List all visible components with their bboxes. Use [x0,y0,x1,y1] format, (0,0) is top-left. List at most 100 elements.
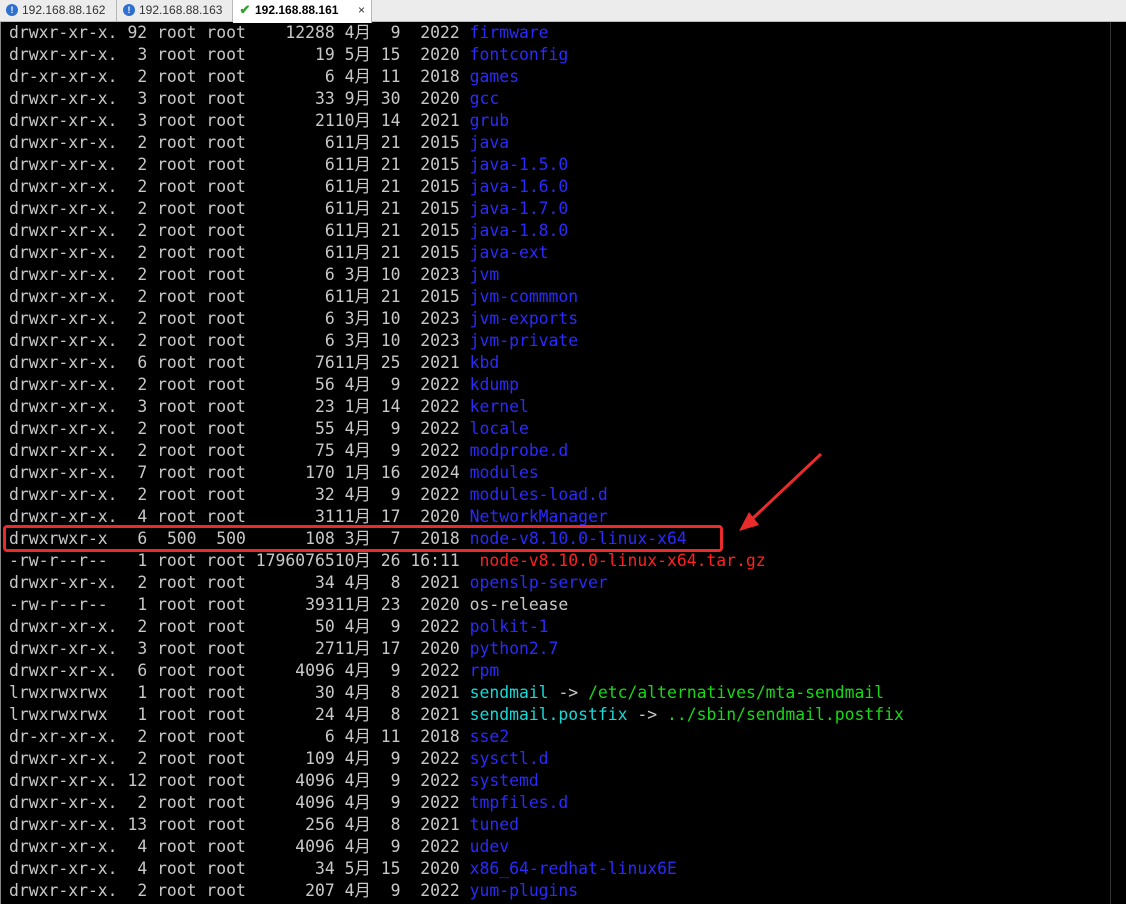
owner-field: root [157,595,197,614]
listing-row: -rw-r--r-- 1 root root 1796076510月 26 16… [9,550,766,572]
vertical-scrollbar[interactable] [1110,22,1126,904]
group-field-cell: root [197,617,245,636]
day-field-cell: 10 [371,309,401,328]
perm-field-cell: drwxr-xr-x. [9,243,118,262]
tab-label: 192.168.88.161 [255,3,339,17]
time-field-cell: 2020 [401,89,460,108]
owner-field: root [157,661,197,680]
day-field: 9 [390,771,401,790]
perm-field-cell: drwxr-xr-x. [9,441,118,460]
links-field: 1 [137,551,148,570]
links-field-cell: 2 [118,375,147,394]
listing-row: drwxr-xr-x. 2 root root 611月 21 2015 jav… [9,220,568,242]
size-field-cell: 56 [246,375,335,394]
group-field: root [206,859,246,878]
perm-field-cell: drwxr-xr-x. [9,881,118,900]
owner-field-cell: root [147,419,196,438]
tab-label: 192.168.88.163 [139,3,223,17]
day-field-cell: 21 [371,199,401,218]
day-field: 10 [380,265,401,284]
file-name: kernel [469,397,529,416]
size-field: 6 [324,155,335,174]
links-field: 2 [137,177,148,196]
group-field: root [206,23,246,42]
links-field-cell: 7 [118,463,147,482]
perm-field-cell: drwxr-xr-x. [9,661,118,680]
month-field-cell: 11月 [335,221,371,240]
day-field-cell: 9 [371,793,401,812]
perm-field-cell: drwxr-xr-x. [9,221,118,240]
perm-field-cell: drwxr-xr-x. [9,859,118,878]
time-field-cell: 2015 [401,133,459,152]
file-name: java-1.8.0 [469,221,569,240]
owner-field-cell: root [147,551,196,570]
owner-field: root [157,639,197,658]
file-name: locale [469,419,529,438]
month-field-cell: 10月 [335,111,371,130]
day-field: 9 [390,837,401,856]
month-field-cell: 11月 [335,155,371,174]
file-name: java-1.5.0 [469,155,569,174]
time-field: 2022 [420,375,460,394]
tab-label: 192.168.88.162 [22,3,106,17]
owner-field-cell: root [147,67,196,86]
month-field: 10月 [334,551,371,570]
group-field-cell: root [197,419,245,438]
month-field-cell: 1月 [335,397,371,416]
time-field-cell: 2022 [401,23,459,42]
perm-field-cell: -rw-r--r-- [9,595,118,614]
perm-field-cell: drwxr-xr-x. [9,287,118,306]
links-field: 1 [137,595,148,614]
group-field-cell: root [197,683,245,702]
time-field: 2020 [420,507,460,526]
group-field-cell: root [197,133,245,152]
file-name: jvm [469,265,500,284]
month-field: 9月 [344,89,371,108]
file-name: x86_64-redhat-linux6E [469,859,677,878]
tab-192-168-88-163[interactable]: ! 192.168.88.163 [117,0,233,21]
size-field-cell: 34 [246,573,335,592]
day-field-cell: 9 [371,375,401,394]
group-field: root [206,199,246,218]
links-field-cell: 2 [118,67,147,86]
group-field: root [206,309,246,328]
day-field: 21 [380,221,401,240]
listing-row: drwxr-xr-x. 2 root root 6 3月 10 2023 jvm [9,264,499,286]
time-field: 2020 [420,89,460,108]
close-tab-icon[interactable]: × [358,0,365,20]
month-field-cell: 3月 [335,265,371,284]
day-field: 21 [380,133,401,152]
owner-field: root [157,749,197,768]
size-field: 6 [324,287,335,306]
links-field: 2 [137,573,148,592]
tab-192-168-88-162[interactable]: ! 192.168.88.162 [0,0,117,21]
listing-row: drwxr-xr-x. 2 root root 611月 21 2015 jav… [9,176,568,198]
links-field-cell: 1 [118,595,148,614]
day-field-cell: 10 [371,265,401,284]
day-field: 9 [390,749,401,768]
size-field: 31 [314,507,335,526]
owner-field: root [157,89,197,108]
time-field: 2022 [420,661,460,680]
group-field: root [206,727,246,746]
time-field-cell: 2022 [401,881,459,900]
time-field: 2015 [420,221,460,240]
day-field-cell: 9 [371,23,401,42]
terminal-window[interactable]: drwxr-xr-x. 92 root root 12288 4月 9 2022… [0,22,1126,904]
links-field-cell: 2 [118,749,147,768]
size-field-cell: 17960765 [246,551,335,570]
links-field-cell: 1 [118,705,147,724]
owner-field-cell: root [147,859,196,878]
tab-192-168-88-161[interactable]: ✔ 192.168.88.161 × [233,0,372,23]
size-field: 6 [324,177,335,196]
time-field: 2022 [420,837,460,856]
links-field: 2 [137,881,148,900]
group-field: root [206,397,246,416]
perm-field: drwxr-xr-x. [9,639,118,658]
group-field: root [206,287,246,306]
file-name: sendmail.postfix [469,705,628,724]
perm-field-cell: drwxr-xr-x. [9,353,118,372]
group-field: root [206,331,246,350]
month-field-cell: 1月 [335,463,371,482]
month-field: 4月 [344,485,371,504]
